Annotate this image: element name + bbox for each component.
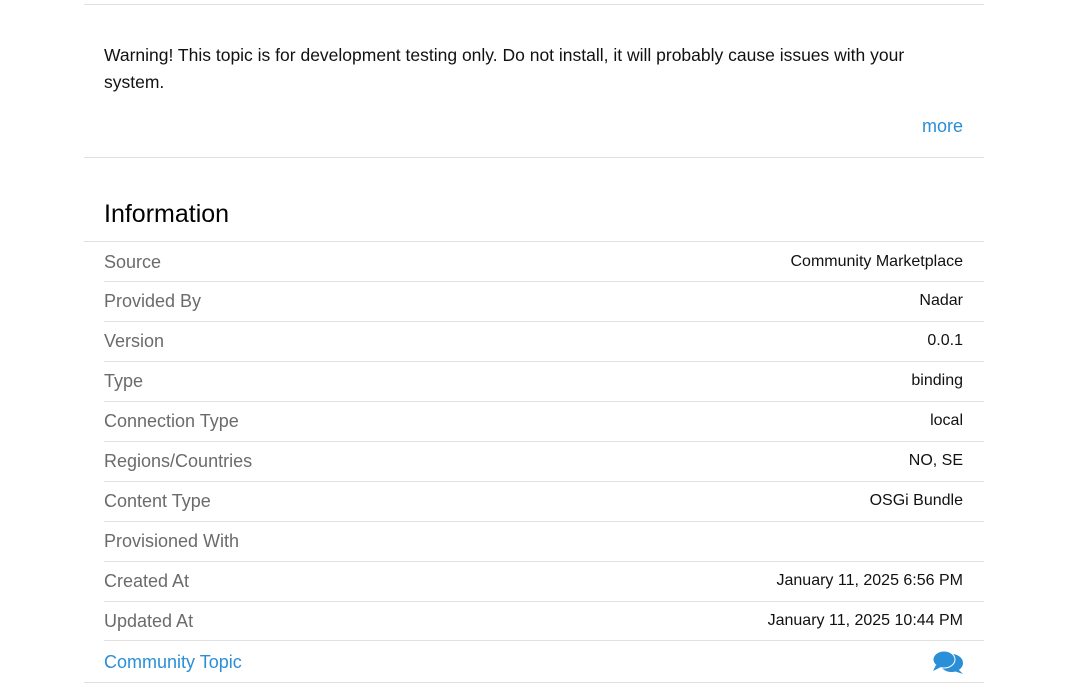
info-label: Provided By — [104, 291, 202, 311]
info-value: January 11, 2025 6:56 PM — [776, 572, 964, 589]
info-row-content-type: Content Type OSGi Bundle — [84, 481, 984, 521]
info-value: binding — [911, 372, 963, 389]
info-label: Regions/Countries — [104, 451, 253, 471]
info-label: Connection Type — [104, 411, 239, 431]
info-value: January 11, 2025 10:44 PM — [767, 612, 963, 629]
info-row-provisioned-with: Provisioned With — [84, 521, 984, 561]
community-topic-row[interactable]: Community Topic — [84, 640, 984, 683]
info-value: OSGi Bundle — [869, 492, 963, 509]
info-label: Created At — [104, 571, 190, 591]
info-label: Provisioned With — [104, 531, 240, 551]
info-row-created-at: Created At January 11, 2025 6:56 PM — [84, 561, 984, 601]
info-value: Community Marketplace — [790, 253, 964, 270]
info-row-source: Source Community Marketplace — [84, 241, 984, 281]
info-label: Version — [104, 331, 165, 351]
description-divider — [84, 157, 984, 158]
info-value: Nadar — [919, 292, 963, 309]
info-value: local — [930, 412, 963, 429]
more-link[interactable]: more — [922, 114, 963, 138]
info-row-updated-at: Updated At January 11, 2025 10:44 PM — [84, 601, 984, 641]
info-label: Content Type — [104, 491, 211, 511]
info-value: NO, SE — [908, 452, 963, 469]
info-value: 0.0.1 — [927, 332, 963, 349]
community-topic-link[interactable]: Community Topic — [104, 650, 242, 674]
info-row-connection-type: Connection Type local — [84, 401, 984, 441]
info-label: Updated At — [104, 611, 194, 631]
description-text: Warning! This topic is for development t… — [104, 45, 905, 92]
info-row-version: Version 0.0.1 — [84, 321, 984, 361]
addon-details-page: Warning! This topic is for development t… — [0, 0, 1086, 699]
info-label: Source — [104, 252, 162, 272]
top-divider — [84, 4, 984, 5]
info-label: Type — [104, 371, 144, 391]
chat-bubbles-icon[interactable] — [932, 649, 964, 675]
information-title: Information — [104, 200, 230, 228]
info-row-provided-by: Provided By Nadar — [84, 281, 984, 321]
info-row-regions: Regions/Countries NO, SE — [84, 441, 984, 481]
information-list: Source Community Marketplace Provided By… — [84, 241, 984, 641]
info-row-type: Type binding — [84, 361, 984, 401]
